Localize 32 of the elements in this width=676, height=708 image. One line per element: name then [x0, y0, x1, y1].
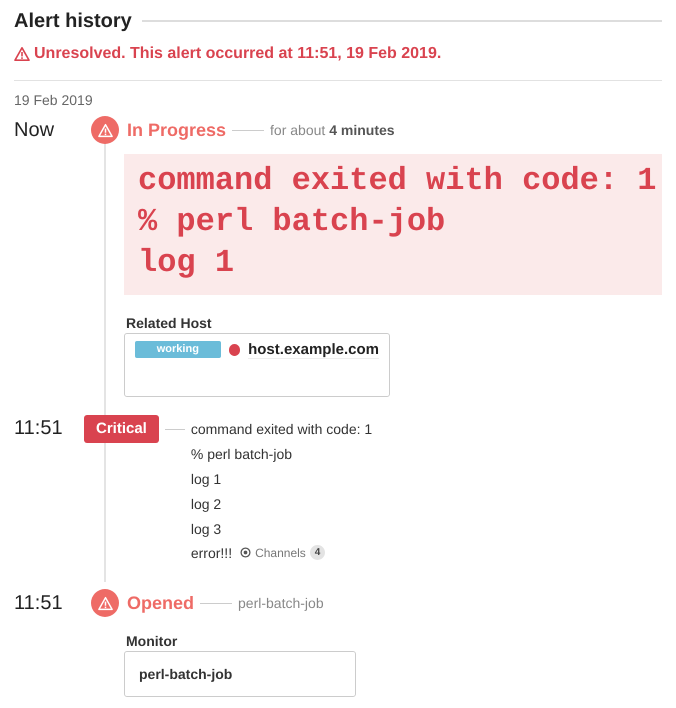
event-detail: for about 4 minutes — [270, 122, 395, 138]
host-status-tag: working — [135, 341, 221, 358]
event-time: 11:51 — [14, 592, 64, 614]
section-title: Alert history — [14, 10, 132, 32]
channels-link[interactable]: Channels 4 — [240, 538, 326, 566]
code-line: log 1 — [138, 243, 236, 283]
message-line: log 1 — [190, 470, 222, 489]
warning-icon — [91, 116, 119, 144]
event-state: In Progress — [127, 120, 226, 140]
status-dot-icon — [228, 344, 240, 356]
monitor-link[interactable]: perl-batch-job — [124, 651, 356, 697]
target-icon — [240, 547, 252, 558]
message-line: command exited with code: 1 — [190, 420, 372, 439]
code-line: % perl batch-job — [138, 202, 446, 242]
message-line: % perl batch-job — [190, 445, 294, 464]
event-state: Opened — [127, 592, 194, 614]
host-link[interactable]: host.example.com — [248, 341, 379, 359]
field-label: Monitor — [126, 633, 178, 651]
code-line: command exited with code: 1 — [138, 161, 658, 201]
date-label: 19 Feb 2019 — [14, 92, 94, 110]
severity-badge: Critical — [84, 415, 159, 443]
warning-icon — [14, 46, 30, 62]
message-line: log 2 — [190, 495, 222, 514]
message-line: log 3 — [190, 520, 222, 539]
alert-status-message: Unresolved. This alert occurred at 11:51, 19 Feb 2019. — [34, 45, 442, 63]
event-detail: perl-batch-job — [238, 595, 324, 611]
message-line: error!!! — [190, 544, 232, 562]
field-label: Related Host — [126, 315, 213, 333]
channel-count: 4 — [310, 545, 326, 560]
warning-icon — [91, 589, 119, 617]
event-time: Now — [14, 118, 56, 142]
event-time: 11:51 — [14, 417, 64, 440]
